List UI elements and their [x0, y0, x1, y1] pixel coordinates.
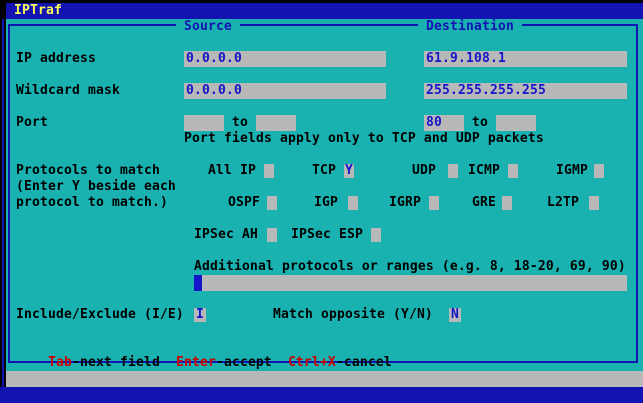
additional-protocols-label: Additional protocols or ranges (e.g. 8, …: [194, 259, 626, 275]
protocols-label-line1: Protocols to match: [16, 163, 160, 179]
ipsec-esp-checkbox[interactable]: [371, 228, 381, 242]
l2tp-checkbox[interactable]: [589, 196, 599, 210]
wildcard-mask-label: Wildcard mask: [16, 83, 120, 99]
protocols-label-line3: protocol to match.): [16, 195, 168, 211]
igmp-checkbox[interactable]: [594, 164, 604, 178]
bottom-help-bar: Up/Down-move ptr I-insert A-add to list …: [0, 387, 643, 403]
match-opposite-field[interactable]: N: [449, 308, 461, 322]
icmp-checkbox[interactable]: [508, 164, 518, 178]
igp-checkbox[interactable]: [348, 196, 358, 210]
dest-ip-field[interactable]: 61.9.108.1: [424, 51, 627, 67]
source-port-high-field[interactable]: [256, 115, 296, 131]
title-bar: IPTraf: [6, 3, 643, 19]
igrp-checkbox[interactable]: [429, 196, 439, 210]
l2tp-label: L2TP: [547, 195, 579, 211]
gre-checkbox[interactable]: [502, 196, 512, 210]
app-title: IPTraf: [14, 3, 62, 19]
status-strip: [6, 371, 643, 387]
enter-desc: -accept: [216, 355, 288, 370]
source-port-to-label: to: [232, 115, 248, 131]
tab-key: Tab: [48, 355, 72, 370]
igp-label: IGP: [314, 195, 338, 211]
ipsec-ah-checkbox[interactable]: [267, 228, 277, 242]
udp-checkbox[interactable]: [448, 164, 458, 178]
ospf-label: OSPF: [228, 195, 260, 211]
screen-border-left: [2, 19, 4, 387]
icmp-label: ICMP: [468, 163, 500, 179]
text-cursor: [194, 275, 202, 291]
udp-label: UDP: [412, 163, 436, 179]
ipsec-esp-label: IPSec ESP: [291, 227, 363, 243]
match-opposite-label: Match opposite (Y/N): [273, 307, 433, 323]
ip-address-label: IP address: [16, 51, 96, 67]
allip-label: All IP: [208, 163, 256, 179]
igmp-label: IGMP: [556, 163, 588, 179]
protocols-label-line2: (Enter Y beside each: [16, 179, 176, 195]
source-port-low-field[interactable]: [184, 115, 224, 131]
cancel-key: Ctrl+X: [288, 355, 336, 370]
include-exclude-field[interactable]: I: [194, 308, 206, 322]
tcp-label: TCP: [312, 163, 336, 179]
enter-key: Enter: [176, 355, 216, 370]
tab-desc: -next field: [72, 355, 176, 370]
port-label: Port: [16, 115, 48, 131]
tcp-checkbox[interactable]: Y: [344, 164, 354, 178]
additional-protocols-field[interactable]: [194, 275, 627, 291]
destination-header: Destination: [418, 19, 522, 35]
dest-port-high-field[interactable]: [496, 115, 536, 131]
cancel-desc: -cancel: [336, 355, 392, 370]
port-note: Port fields apply only to TCP and UDP pa…: [184, 131, 544, 147]
source-ip-field[interactable]: 0.0.0.0: [184, 51, 386, 67]
dest-port-to-label: to: [472, 115, 488, 131]
dest-port-low-field[interactable]: 80: [424, 115, 464, 131]
allip-checkbox[interactable]: [264, 164, 274, 178]
gre-label: GRE: [472, 195, 496, 211]
source-header: Source: [176, 19, 240, 35]
igrp-label: IGRP: [389, 195, 421, 211]
source-mask-field[interactable]: 0.0.0.0: [184, 83, 386, 99]
iptraf-screen: IPTraf Source Destination IP address 0.0…: [0, 0, 643, 403]
ospf-checkbox[interactable]: [267, 196, 277, 210]
ipsec-ah-label: IPSec AH: [194, 227, 258, 243]
dest-mask-field[interactable]: 255.255.255.255: [424, 83, 627, 99]
include-exclude-label: Include/Exclude (I/E): [16, 307, 184, 323]
